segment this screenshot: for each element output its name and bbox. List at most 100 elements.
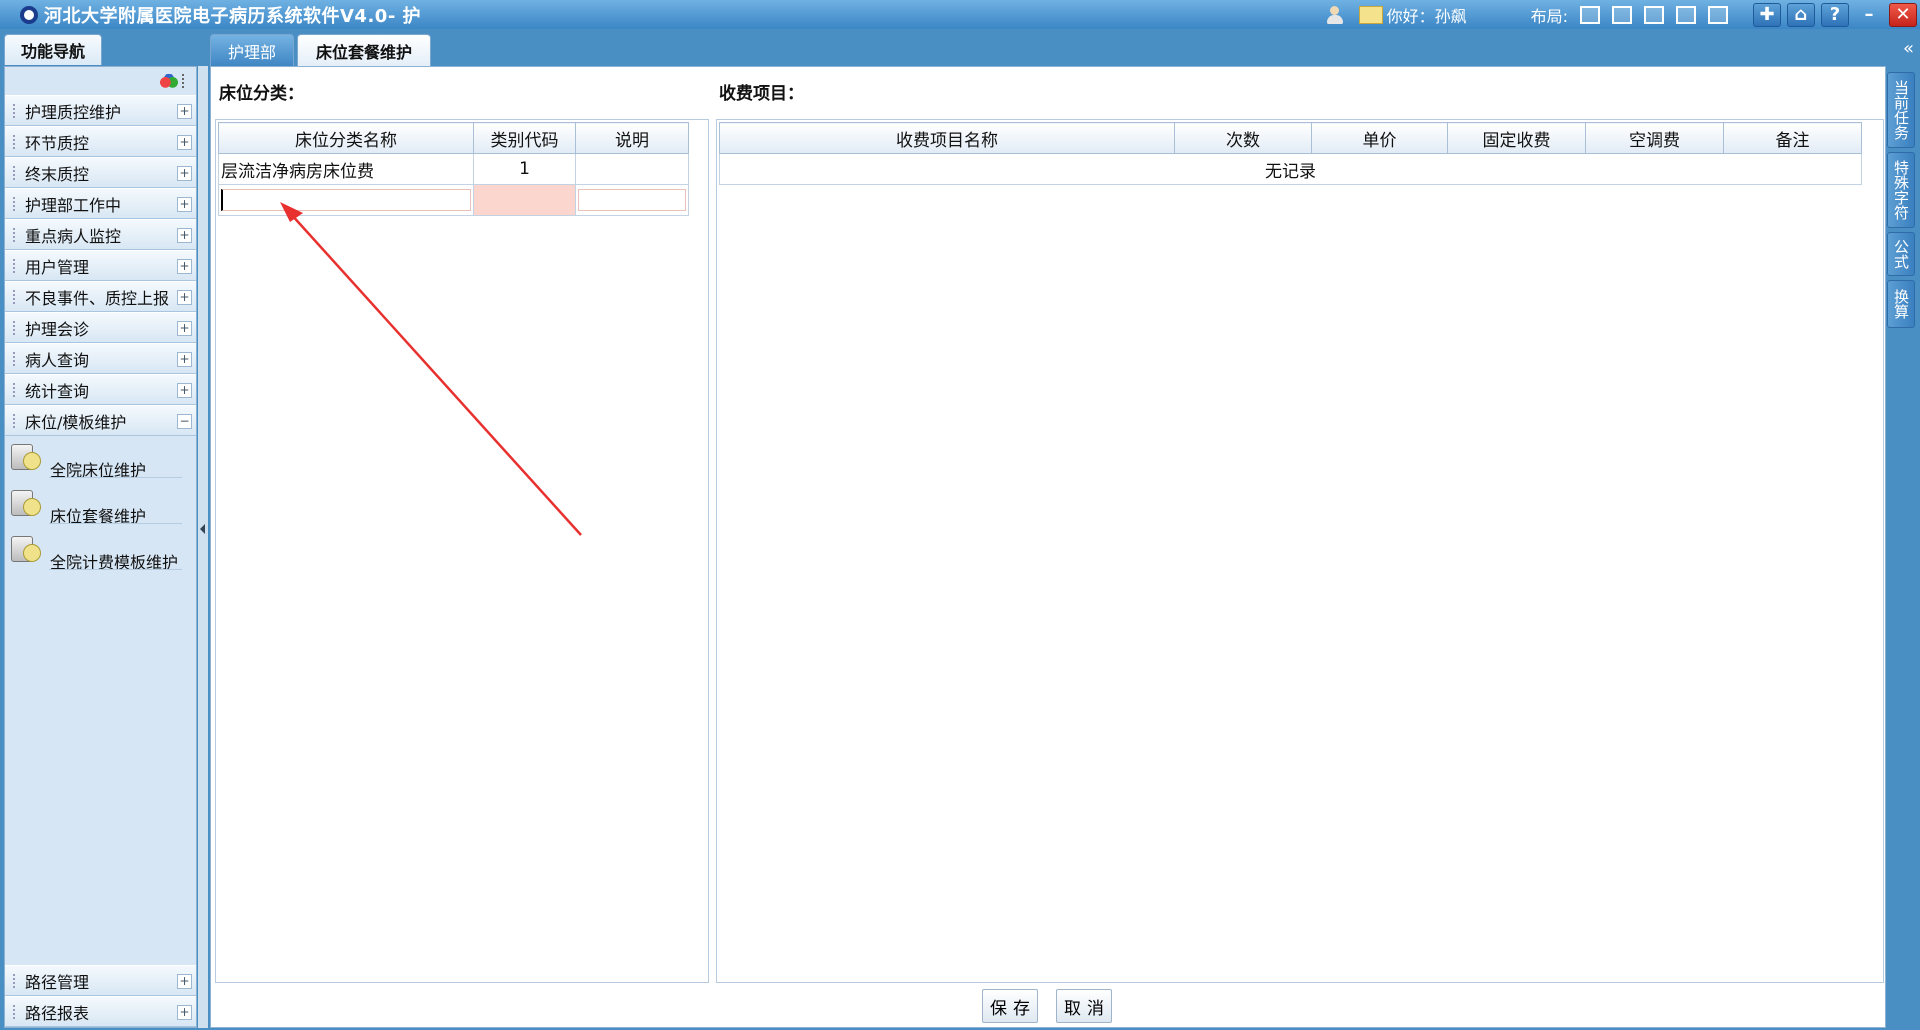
sidebar-item-label: 病人查询	[25, 350, 90, 370]
layout-left-right-icon[interactable]	[1644, 5, 1664, 24]
sidebar-item-process-qc[interactable]: 环节质控 +	[5, 126, 196, 157]
side-tab-current-task[interactable]: 当前任务	[1887, 72, 1915, 148]
close-button[interactable]: ✕	[1889, 2, 1917, 27]
category-code-cell[interactable]: 1	[473, 153, 576, 185]
sidebar-item-patient-query[interactable]: 病人查询 +	[5, 343, 196, 374]
title-bar-controls: 你好：孙飙 布局: ✚ ⌂ ? – ✕	[1319, 0, 1920, 29]
column-header[interactable]: 备注	[1723, 122, 1862, 154]
new-code-cell[interactable]	[473, 184, 576, 216]
save-button[interactable]: 保存	[982, 989, 1038, 1023]
sidebar-item-final-qc[interactable]: 终末质控 +	[5, 157, 196, 188]
medicine-jar-icon	[9, 486, 41, 518]
sidebar-item-adverse-events[interactable]: 不良事件、质控上报 +	[5, 281, 196, 312]
column-header[interactable]: 说明	[575, 122, 689, 154]
table-row[interactable]: 层流洁净病房床位费 1	[218, 153, 689, 185]
column-header[interactable]: 收费项目名称	[719, 122, 1175, 154]
bed-category-name-cell[interactable]: 层流洁净病房床位费	[218, 153, 474, 185]
app-logo-icon	[20, 5, 38, 24]
sidebar-splitter[interactable]	[198, 66, 208, 1028]
sidebar-item-label: 统计查询	[25, 381, 90, 401]
side-tab-special-chars[interactable]: 特殊字符	[1887, 152, 1915, 228]
layout-top-bottom-icon[interactable]	[1612, 5, 1632, 24]
tab-function-nav[interactable]: 功能导航	[4, 34, 102, 65]
sidebar-item-path-management[interactable]: 路径管理 +	[5, 965, 196, 996]
users-icon[interactable]	[1326, 5, 1351, 25]
sidebar-item-bed-template[interactable]: 床位/模板维护 −	[5, 405, 196, 436]
side-tab-formula[interactable]: 公式	[1887, 232, 1915, 276]
double-chevron-left-icon[interactable]: «	[1903, 38, 1914, 59]
sidebar-sublist-bed-template: 全院床位维护 床位套餐维护 全院计费模板维护	[5, 436, 196, 574]
sidebar-subitem-hospital-bed[interactable]: 全院床位维护	[5, 436, 196, 482]
column-header[interactable]: 床位分类名称	[218, 122, 474, 154]
sidebar-item-label: 用户管理	[25, 257, 90, 277]
expand-icon[interactable]: +	[177, 321, 192, 336]
layout-single-icon[interactable]	[1580, 5, 1600, 24]
medical-kit-icon[interactable]: ✚	[1753, 2, 1781, 27]
expand-icon[interactable]: +	[177, 135, 192, 150]
tab-bed-package[interactable]: 床位套餐维护	[297, 34, 431, 66]
column-header[interactable]: 类别代码	[473, 122, 576, 154]
sidebar-item-label: 环节质控	[25, 133, 90, 153]
sidebar-item-statistics-query[interactable]: 统计查询 +	[5, 374, 196, 405]
sidebar-item-path-report[interactable]: 路径报表 +	[5, 996, 196, 1027]
layout-full-icon[interactable]	[1708, 5, 1728, 24]
home-icon[interactable]: ⌂	[1787, 2, 1815, 27]
sidebar-subitem-bed-package[interactable]: 床位套餐维护	[5, 482, 196, 528]
sidebar-item-label: 护理质控维护	[25, 102, 122, 122]
help-button[interactable]: ?	[1821, 2, 1849, 27]
expand-icon[interactable]: +	[177, 352, 192, 367]
column-header[interactable]: 单价	[1311, 122, 1448, 154]
medicine-jar-icon	[9, 532, 41, 564]
new-category-code-input[interactable]	[476, 189, 573, 211]
sidebar-item-nursing-dept-work[interactable]: 护理部工作中 +	[5, 188, 196, 219]
sidebar-item-label: 床位/模板维护	[25, 412, 127, 432]
expand-icon[interactable]: +	[177, 290, 192, 305]
sidebar-item-label: 路径管理	[25, 972, 90, 992]
empty-message: 无记录	[719, 153, 1862, 185]
new-table-row[interactable]	[218, 184, 689, 216]
sidebar-menu-icon[interactable]	[182, 74, 190, 88]
title-bar: 河北大学附属医院电子病历系统软件V4.0- 护 你好：孙飙 布局: ✚ ⌂ ? …	[0, 0, 1920, 29]
tab-nursing-dept[interactable]: 护理部	[210, 34, 294, 66]
column-header[interactable]: 次数	[1174, 122, 1312, 154]
main-content: 床位分类： 收费项目： 床位分类名称 类别代码 说明 层流洁净病房床位费 1 收…	[210, 66, 1886, 1028]
expand-icon[interactable]: +	[177, 197, 192, 212]
theme-colors-icon[interactable]	[160, 74, 178, 88]
new-bed-category-name-input[interactable]	[221, 189, 471, 211]
collapse-icon[interactable]: −	[177, 414, 192, 429]
window-title: 河北大学附属医院电子病历系统软件V4.0- 护	[44, 5, 422, 27]
expand-icon[interactable]: +	[177, 974, 192, 989]
sidebar-bottom-items: 路径管理 + 路径报表 +	[5, 965, 196, 1027]
note-cell[interactable]	[575, 153, 689, 185]
sidebar-subitem-billing-template[interactable]: 全院计费模板维护	[5, 528, 196, 574]
sidebar-item-user-management[interactable]: 用户管理 +	[5, 250, 196, 281]
expand-icon[interactable]: +	[177, 259, 192, 274]
minimize-button[interactable]: –	[1855, 3, 1883, 27]
expand-icon[interactable]: +	[177, 166, 192, 181]
sidebar: 护理质控维护 + 环节质控 + 终末质控 + 护理部工作中 + 重点病人监控 +…	[4, 66, 197, 1028]
layout-label: 布局:	[1530, 6, 1568, 26]
bed-category-panel: 床位分类名称 类别代码 说明 层流洁净病房床位费 1	[215, 119, 709, 983]
side-tab-conversion[interactable]: 换算	[1887, 280, 1915, 328]
sidebar-item-nursing-consult[interactable]: 护理会诊 +	[5, 312, 196, 343]
expand-icon[interactable]: +	[177, 104, 192, 119]
charge-items-table: 收费项目名称 次数 单价 固定收费 空调费 备注 无记录	[719, 122, 1862, 185]
column-header[interactable]: 固定收费	[1447, 122, 1586, 154]
medicine-jar-icon	[9, 440, 41, 472]
sidebar-item-nursing-qc[interactable]: 护理质控维护 +	[5, 95, 196, 126]
new-name-cell[interactable]	[218, 184, 474, 216]
cancel-button[interactable]: 取消	[1056, 989, 1112, 1023]
expand-icon[interactable]: +	[177, 228, 192, 243]
new-note-cell[interactable]	[575, 184, 689, 216]
expand-icon[interactable]: +	[177, 1005, 192, 1020]
sidebar-item-label: 不良事件、质控上报	[25, 288, 170, 308]
table-header-row: 床位分类名称 类别代码 说明	[218, 122, 689, 154]
new-note-input[interactable]	[578, 189, 686, 211]
expand-icon[interactable]: +	[177, 383, 192, 398]
layout-split-icon[interactable]	[1676, 5, 1696, 24]
message-icon[interactable]	[1358, 5, 1383, 24]
sidebar-item-label: 路径报表	[25, 1003, 90, 1023]
column-header[interactable]: 空调费	[1585, 122, 1724, 154]
sidebar-item-key-patient-monitor[interactable]: 重点病人监控 +	[5, 219, 196, 250]
collapse-left-arrow-icon[interactable]	[200, 524, 205, 534]
